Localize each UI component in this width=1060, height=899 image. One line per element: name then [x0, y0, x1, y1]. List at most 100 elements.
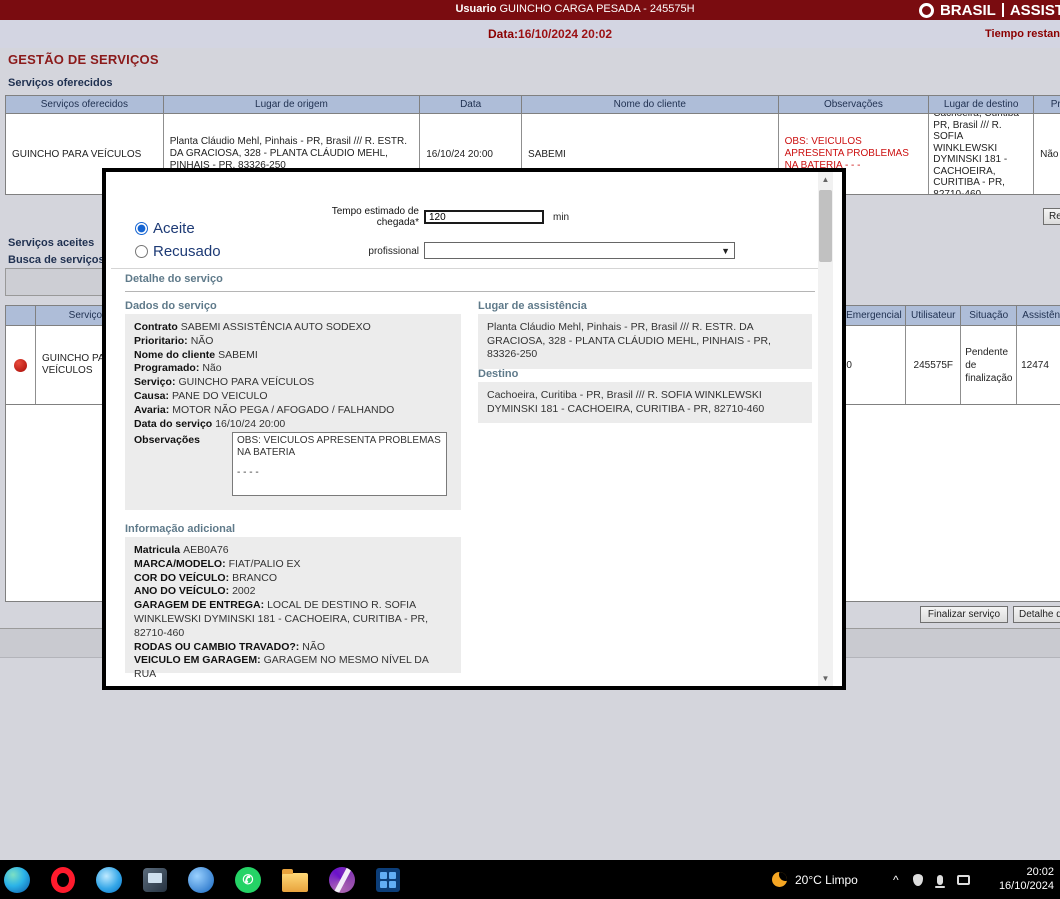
detalhe-button[interactable]: Detalhe d	[1013, 606, 1060, 623]
col-header-servicos[interactable]: Serviços oferecidos	[6, 96, 164, 113]
offered-table-header: Serviços oferecidos Lugar de origem Data…	[5, 95, 1060, 113]
date-display: Data:16/10/2024 20:02	[488, 27, 612, 41]
eta-input[interactable]	[424, 210, 544, 224]
field-value: 16/10/24 20:00	[215, 418, 285, 430]
radio-row-recusado: Recusado	[135, 243, 221, 260]
col-header-profissional[interactable]: Pro	[1034, 96, 1060, 113]
scrollbar-thumb[interactable]	[819, 190, 832, 262]
desktop-screen: Usuario GUINCHO CARGA PESADA - 245575H B…	[0, 0, 1060, 899]
brand-divider	[1002, 3, 1004, 17]
modal-scrollbar[interactable]: ▲ ▼	[818, 172, 833, 686]
field-value: BRANCO	[232, 572, 277, 584]
grid-app-icon[interactable]	[376, 868, 400, 892]
field-label: MARCA/MODELO:	[134, 558, 226, 570]
field-value: FIAT/PALIO EX	[229, 558, 301, 570]
observacoes-box[interactable]: OBS: VEICULOS APRESENTA PROBLEMAS NA BAT…	[232, 432, 447, 496]
destino-panel: Cachoeira, Curitiba - PR, Brasil /// R. …	[478, 382, 812, 423]
aceite-radio[interactable]	[135, 222, 148, 235]
col-header-utilisateur[interactable]: Utilisateur	[906, 306, 961, 325]
purple-app-icon[interactable]	[329, 867, 355, 893]
field-label: ANO DO VEÍCULO:	[134, 585, 229, 597]
field-value: NÃO	[302, 641, 325, 653]
col-header-destino[interactable]: Lugar de destino	[929, 96, 1034, 113]
tray-display-icon[interactable]	[957, 875, 970, 885]
lugar-assistencia-title: Lugar de assistência	[478, 300, 587, 312]
field-label: Contrato	[134, 321, 178, 333]
refresh-button[interactable]: Re	[1043, 208, 1060, 225]
recusado-radio[interactable]	[135, 245, 148, 258]
field-value: Não	[202, 362, 221, 374]
clock-widget[interactable]: 20:02 16/10/2024	[999, 865, 1054, 893]
browser-app-icon[interactable]	[188, 867, 214, 893]
radio-row-aceite: Aceite	[135, 220, 195, 237]
blue-app-icon[interactable]	[96, 867, 122, 893]
detail-section-title: Detalhe do serviço	[125, 273, 223, 285]
emergencial-cell: 0	[842, 326, 906, 404]
situacao-cell: Pendente de finalização	[961, 326, 1017, 404]
observacoes-line1: OBS: VEICULOS APRESENTA PROBLEMAS NA BAT…	[237, 435, 442, 458]
col-header-cliente[interactable]: Nome do cliente	[522, 96, 779, 113]
scroll-down-icon[interactable]: ▼	[818, 671, 833, 686]
profissional-select[interactable]: ▼	[424, 242, 735, 259]
col-header-situacao[interactable]: Situação	[961, 306, 1017, 325]
col-header-data[interactable]: Data	[420, 96, 522, 113]
brand-secondary-text: ASSIST	[1010, 2, 1060, 19]
chevron-down-icon: ▼	[721, 246, 730, 256]
eta-label: Tempo estimado de chegada*	[318, 206, 419, 228]
offered-section-label: Serviços oferecidos	[8, 77, 113, 89]
info-adicional-panel: MatriculaAEB0A76 MARCA/MODELO:FIAT/PALIO…	[125, 537, 461, 673]
file-explorer-icon[interactable]	[282, 873, 308, 892]
status-dot-icon	[14, 359, 27, 372]
terminal-app-icon[interactable]	[143, 868, 167, 892]
clock-date: 16/10/2024	[999, 879, 1054, 893]
accepted-section-label: Serviços aceites	[8, 237, 94, 249]
field-label: Data do serviço	[134, 418, 212, 430]
date-value: 16/10/2024 20:02	[518, 27, 612, 41]
field-label: RODAS OU CAMBIO TRAVADO?:	[134, 641, 299, 653]
field-label: Nome do cliente	[134, 349, 215, 361]
dados-panel: ContratoSABEMI ASSISTÊNCIA AUTO SODEXO P…	[125, 314, 461, 510]
destino-title: Destino	[478, 368, 518, 380]
tray-shield-icon[interactable]	[913, 874, 923, 886]
destino-address: Cachoeira, Curitiba - PR, Brasil /// R. …	[487, 389, 764, 415]
col-header-emergencial[interactable]: Emergencial	[842, 306, 906, 325]
date-label: Data:	[488, 27, 518, 41]
field-label: Causa:	[134, 390, 169, 402]
clock-time: 20:02	[999, 865, 1054, 879]
finalizar-servico-button[interactable]: Finalizar serviço	[920, 606, 1008, 623]
usuario-label: Usuario	[455, 3, 496, 15]
weather-widget[interactable]: 20°C Limpo	[772, 860, 858, 899]
field-value: 2002	[232, 585, 255, 597]
observacoes-label: Observações	[134, 432, 232, 496]
taskbar-app-icons: ✆	[4, 860, 400, 899]
field-label: Prioritario:	[134, 335, 188, 347]
app-header-bar: Usuario GUINCHO CARGA PESADA - 245575H B…	[0, 0, 1060, 20]
destination-cell: Cachoeira, Curitiba - PR, Brasil /// R. …	[929, 114, 1034, 194]
col-header-observacoes[interactable]: Observações	[779, 96, 930, 113]
edge-browser-icon[interactable]	[4, 867, 30, 893]
dados-panel-title: Dados do serviço	[125, 300, 217, 312]
usuario-text: Usuario GUINCHO CARGA PESADA - 245575H	[90, 3, 1060, 15]
field-value: PANE DO VEICULO	[172, 390, 268, 402]
scroll-up-icon[interactable]: ▲	[818, 172, 833, 187]
col-header-status[interactable]	[6, 306, 36, 325]
eta-unit-label: min	[553, 212, 569, 223]
tray-chevron-icon[interactable]: ^	[893, 873, 899, 887]
recusado-radio-label[interactable]: Recusado	[153, 243, 221, 260]
field-label: Programado:	[134, 362, 199, 374]
tray-mic-icon[interactable]	[937, 875, 943, 885]
aceite-radio-label[interactable]: Aceite	[153, 220, 195, 237]
profissional-cell: Não	[1034, 114, 1060, 194]
col-header-assistencia[interactable]: Assistência	[1017, 306, 1060, 325]
whatsapp-icon[interactable]: ✆	[235, 867, 261, 893]
brand-logo: BRASIL ASSIST	[919, 0, 1060, 20]
page-title: GESTÃO DE SERVIÇOS	[8, 52, 159, 67]
field-label: VEICULO EM GARAGEM:	[134, 654, 261, 666]
profissional-label: profissional	[348, 246, 419, 257]
assistencia-cell: 12474	[1017, 326, 1060, 404]
col-header-origem[interactable]: Lugar de origem	[164, 96, 421, 113]
assistencia-address: Planta Cláudio Mehl, Pinhais - PR, Brasi…	[487, 321, 771, 360]
opera-browser-icon[interactable]	[51, 867, 75, 893]
field-value: MOTOR NÃO PEGA / AFOGADO / FALHANDO	[172, 404, 394, 416]
field-value: SABEMI ASSISTÊNCIA AUTO SODEXO	[181, 321, 371, 333]
